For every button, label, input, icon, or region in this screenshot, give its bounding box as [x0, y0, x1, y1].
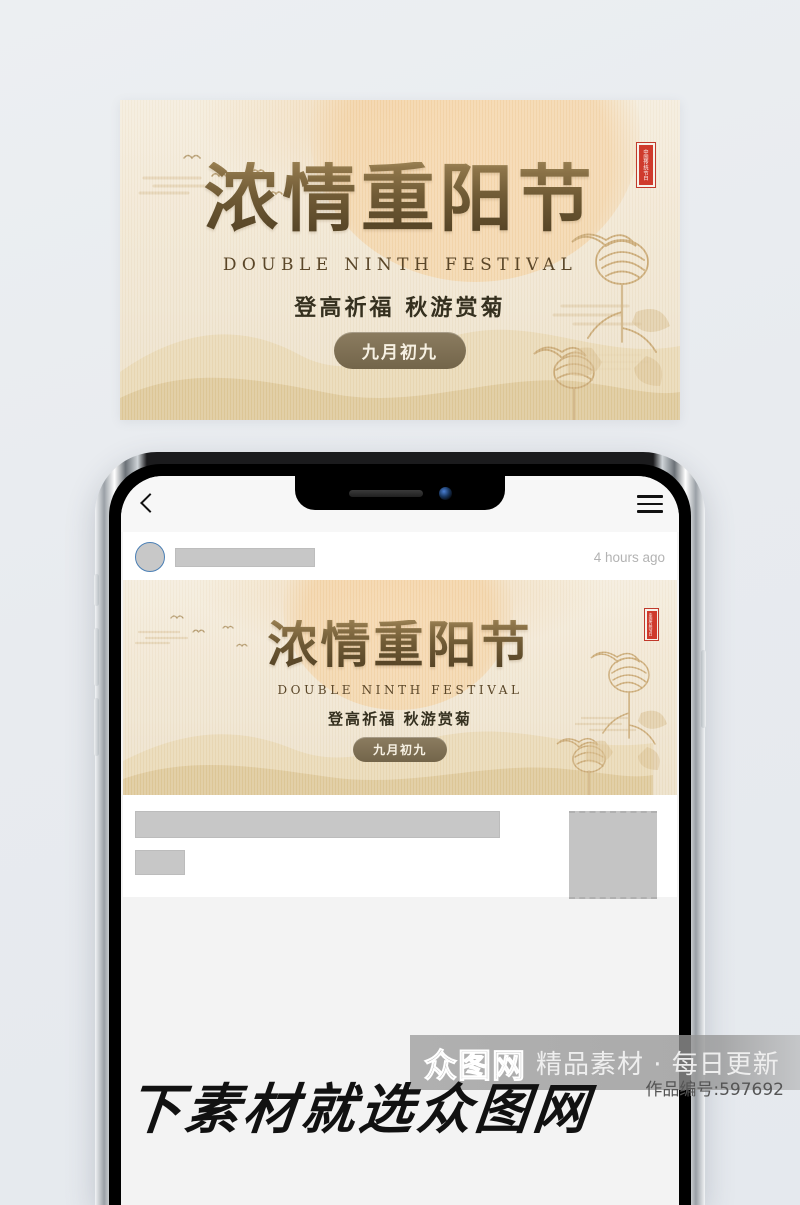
post-banner-title: 浓情重阳节: [123, 620, 677, 670]
earpiece-speaker-icon: [348, 489, 423, 497]
hero-title: 浓情重阳节: [120, 162, 680, 236]
post-body: [123, 795, 677, 899]
post-banner-slogan: 登高祈福 秋游赏菊: [327, 710, 473, 728]
thumbnail-placeholder[interactable]: [569, 811, 657, 899]
author-name-placeholder: [175, 547, 315, 567]
hero-banner: 中国传统节日 浓情重阳节 DOUBLE NINTH FESTIVAL 登高祈福 …: [120, 100, 680, 420]
hero-subtitle-en: DOUBLE NINTH FESTIVAL: [222, 255, 578, 275]
volume-up-button[interactable]: [94, 628, 99, 686]
front-camera-icon: [438, 486, 452, 500]
avatar[interactable]: [135, 542, 165, 572]
power-button[interactable]: [701, 650, 706, 728]
chevron-left-icon[interactable]: [137, 494, 157, 514]
phone-notch: [295, 476, 505, 510]
text-line-placeholder: [135, 811, 500, 838]
hamburger-menu-icon[interactable]: [637, 495, 663, 513]
post-banner-image[interactable]: 中国传统节日 浓情重阳节 DOUBLE NINTH FESTIVAL 登高祈福 …: [123, 580, 677, 795]
tag-placeholder: [135, 850, 185, 875]
watermark-headline: 下素材就选众图网: [124, 1078, 595, 1141]
hero-date-pill: 九月初九: [333, 332, 467, 369]
post-banner-subtitle-en: DOUBLE NINTH FESTIVAL: [277, 683, 523, 697]
volume-down-button[interactable]: [94, 698, 99, 756]
watermark-work-id: 作品编号:597692: [645, 1080, 784, 1100]
hero-slogan: 登高祈福 秋游赏菊: [294, 295, 506, 321]
post-header: 4 hours ago: [123, 532, 677, 580]
post-card: 4 hours ago 浓情重阳节 DOUBLE NINTH FESTIVAL …: [123, 532, 677, 899]
silent-switch-button[interactable]: [94, 574, 99, 606]
post-timestamp: 4 hours ago: [593, 549, 665, 565]
post-banner-date-pill: 九月初九: [353, 737, 447, 762]
